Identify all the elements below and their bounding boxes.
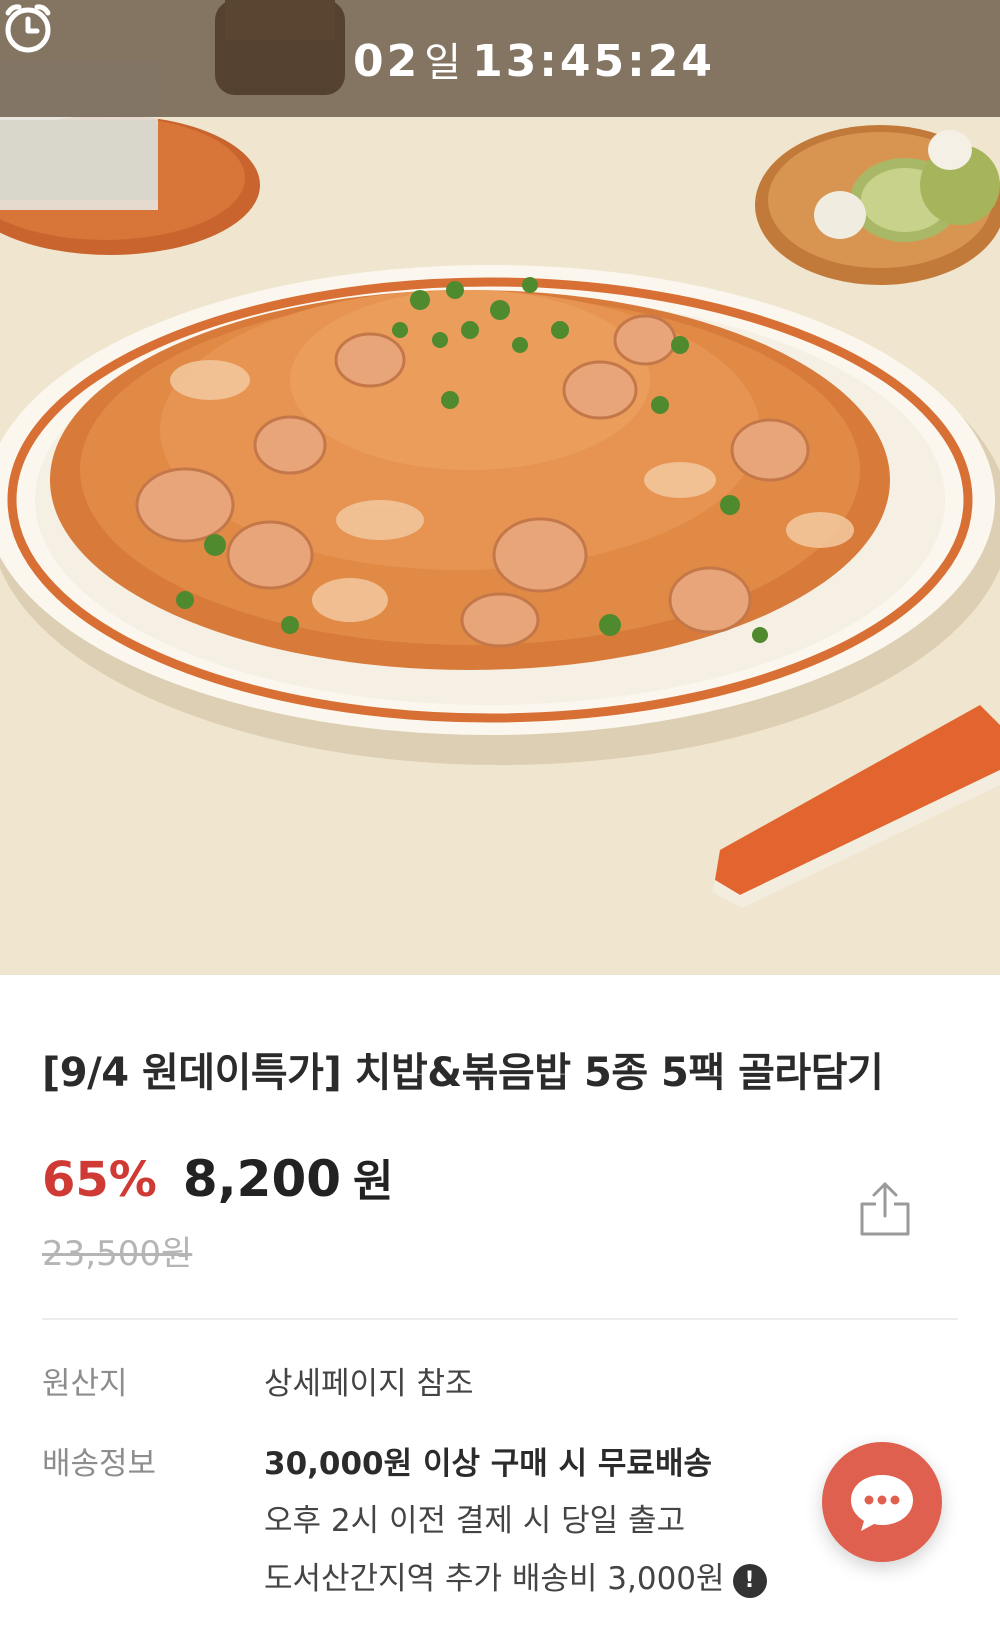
shipping-remote-fee-text: 도서산간지역 추가 배송비 3,000원: [264, 1561, 725, 1597]
alarm-clock-icon: [5, 4, 341, 87]
chat-button[interactable]: [822, 1442, 942, 1562]
shipping-same-day: 오후 2시 이전 결제 시 당일 출고: [264, 1503, 686, 1539]
countdown-timer: 02 일 13:45:24: [0, 0, 1000, 117]
exclamation-circle-icon[interactable]: !: [732, 1563, 767, 1598]
product-image[interactable]: 02 일 13:45:24: [0, 0, 1000, 975]
price-unit: 원: [353, 1156, 394, 1207]
shipping-free-condition: 30,000원 이상 구매 시 무료배송: [264, 1446, 712, 1482]
timer-day-unit: 일: [424, 39, 465, 86]
share-icon: [860, 1182, 910, 1236]
timer-time: 13:45:24: [472, 35, 715, 87]
discount-rate: 65%: [42, 1152, 157, 1208]
divider: [42, 1318, 958, 1320]
shipping-label: 배송정보: [42, 1446, 157, 1482]
product-title: [9/4 원데이특가] 치밥&볶음밥 5종 5팩 골라담기: [42, 1050, 884, 1096]
sale-price: 8,200: [182, 1150, 342, 1208]
fried-rice-photo: [0, 0, 1000, 975]
chat-bubble-icon: [851, 1475, 913, 1531]
origin-label: 원산지: [42, 1366, 128, 1402]
share-button[interactable]: [858, 1180, 912, 1238]
shipping-remote-fee: 도서산간지역 추가 배송비 3,000원!: [264, 1553, 767, 1598]
origin-value: 상세페이지 참조: [264, 1366, 474, 1402]
price-row: 65% 8,200 원: [42, 1145, 394, 1209]
timer-days: 02: [353, 35, 421, 87]
original-price: 23,500원: [42, 1234, 193, 1274]
